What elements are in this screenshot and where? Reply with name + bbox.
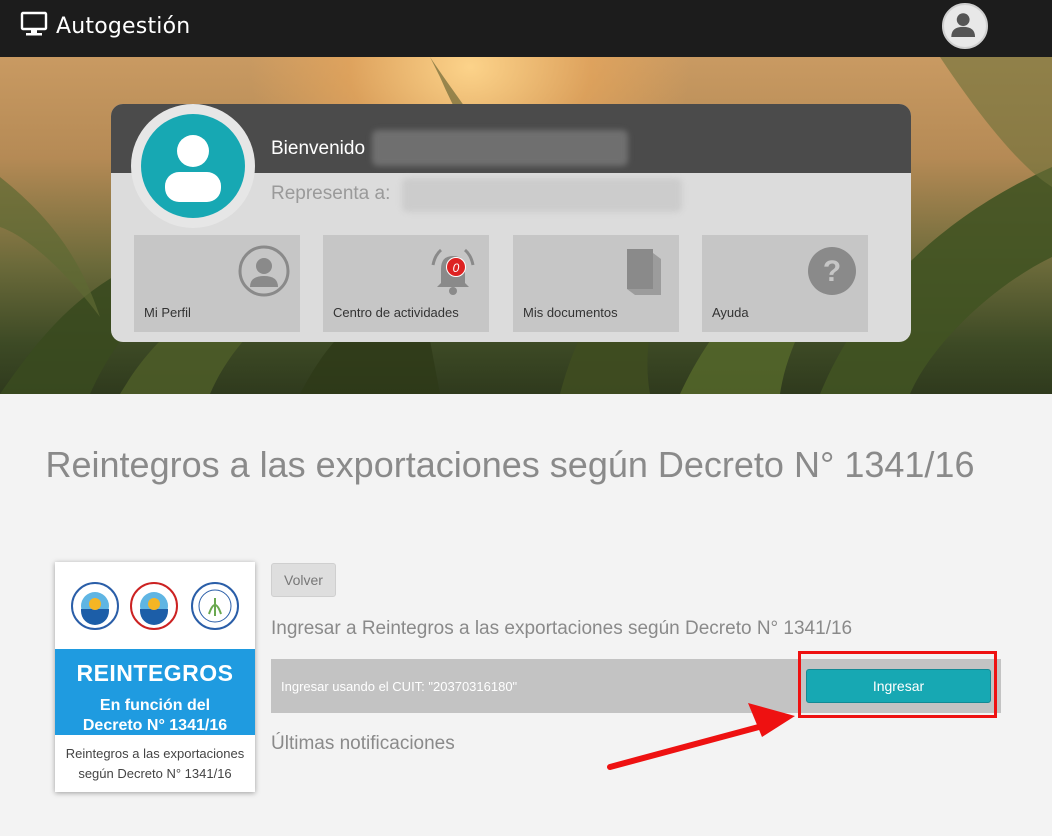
page-title: Reintegros a las exportaciones según Dec… (45, 444, 975, 485)
tile-label: Mi Perfil (144, 305, 191, 320)
notifications-title: Últimas notificaciones (271, 733, 455, 754)
cuit-text: Ingresar usando el CUIT: "20370316180" (281, 679, 518, 694)
brand[interactable]: Autogestión (20, 10, 190, 43)
section-title: Ingresar a Reintegros a las exportacione… (271, 618, 853, 639)
monitor-icon (20, 10, 48, 43)
avatar (141, 114, 245, 218)
back-button[interactable]: Volver (271, 563, 336, 597)
service-caption-line2: según Decreto N° 1341/16 (78, 766, 232, 781)
tile-mis-documentos[interactable]: Mis documentos (513, 235, 679, 332)
tile-label: Ayuda (712, 305, 749, 320)
user-icon (951, 13, 976, 37)
tile-label: Centro de actividades (333, 305, 459, 320)
help-icon: ? (808, 247, 856, 295)
service-card[interactable]: REINTEGROS En función del Decreto N° 134… (55, 562, 255, 792)
ingresar-button[interactable]: Ingresar (806, 669, 991, 703)
red-arrow-annotation (607, 703, 795, 770)
top-bar: Autogestión (0, 0, 1052, 57)
app-title: Autogestión (56, 14, 191, 39)
service-banner: REINTEGROS En función del Decreto N° 134… (55, 649, 255, 735)
welcome-greeting: Bienvenido (271, 138, 366, 159)
user-menu-button[interactable] (942, 3, 988, 49)
notification-badge: 0 (446, 257, 466, 277)
service-subtitle-line1: En función del (99, 697, 211, 714)
avatar-person-icon (165, 135, 221, 202)
represents-label: Representa a: (271, 183, 391, 204)
tile-mi-perfil[interactable]: Mi Perfil (134, 235, 300, 332)
tile-ayuda[interactable]: ? Ayuda (702, 235, 868, 332)
service-caption-line1: Reintegros a las exportaciones (65, 746, 245, 761)
service-heading: REINTEGROS (76, 660, 234, 686)
service-caption: Reintegros a las exportaciones según Dec… (55, 744, 255, 784)
tile-label: Mis documentos (523, 305, 618, 320)
service-subtitle-line2: Decreto N° 1341/16 (82, 717, 228, 734)
redacted-user-name (372, 130, 628, 166)
tile-centro-actividades[interactable]: 0 Centro de actividades (323, 235, 489, 332)
profile-icon (238, 245, 290, 297)
seals-logos (71, 582, 239, 630)
svg-text:?: ? (823, 255, 841, 288)
book-icon (627, 249, 661, 295)
redacted-represented-entity (402, 178, 682, 212)
